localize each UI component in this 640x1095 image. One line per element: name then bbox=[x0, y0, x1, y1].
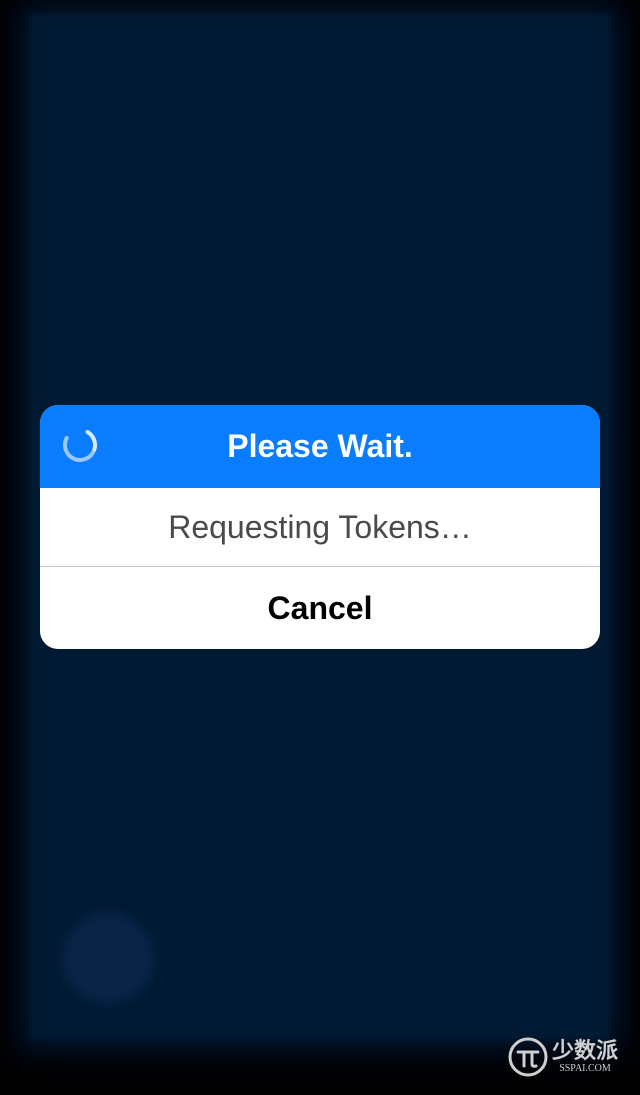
watermark-name: 少数派 bbox=[551, 1038, 618, 1063]
alert-message: Requesting Tokens… bbox=[168, 509, 472, 545]
alert-title: Please Wait. bbox=[227, 428, 413, 464]
screen: Please Wait. Requesting Tokens… Cancel 少… bbox=[0, 0, 640, 1095]
cancel-button[interactable]: Cancel bbox=[40, 567, 600, 649]
alert-header: Please Wait. bbox=[40, 405, 600, 488]
background-round-button bbox=[62, 912, 154, 1004]
watermark: 少数派 SSPAI.COM bbox=[508, 1035, 618, 1079]
watermark-domain: SSPAI.COM bbox=[559, 1063, 611, 1074]
watermark-text: 少数派 SSPAI.COM bbox=[552, 1039, 618, 1075]
sspai-logo-icon bbox=[508, 1037, 548, 1077]
please-wait-alert: Please Wait. Requesting Tokens… Cancel bbox=[40, 405, 600, 649]
